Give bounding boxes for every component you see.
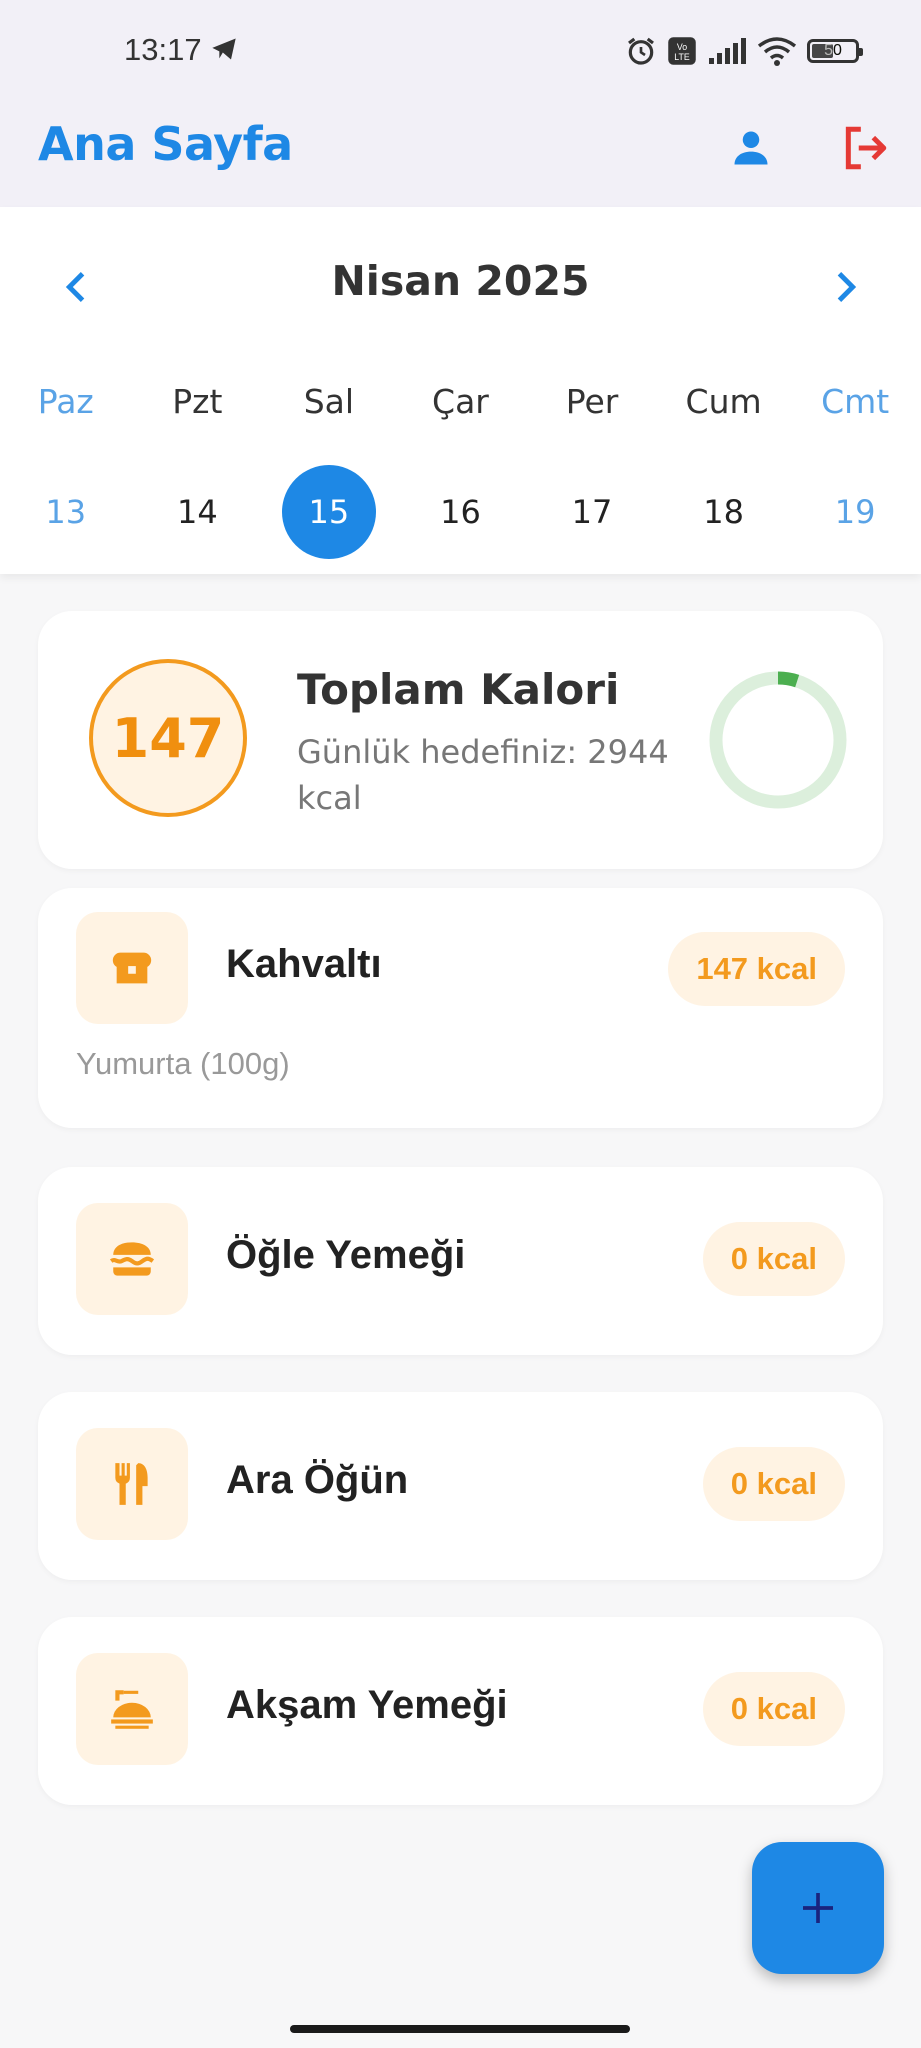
cutlery-icon <box>115 1463 148 1505</box>
meal-icon-box <box>76 912 188 1024</box>
day-cell[interactable]: 13 <box>0 465 132 559</box>
day-number: 17 <box>571 493 613 531</box>
weekday-label: Cmt <box>821 382 890 421</box>
home-indicator[interactable] <box>290 2025 630 2033</box>
telegram-icon <box>210 36 238 66</box>
weekday-label: Per <box>565 382 619 421</box>
logout-button[interactable] <box>830 113 900 183</box>
meal-icon-box <box>76 1428 188 1540</box>
plus-icon <box>803 1893 833 1923</box>
meal-card-dinner[interactable]: Akşam Yemeği 0 kcal <box>38 1617 883 1805</box>
meal-kcal-badge: 0 kcal <box>702 1222 845 1296</box>
weekday-label: Paz <box>37 382 94 421</box>
weekday-label: Sal <box>303 382 355 421</box>
meal-kcal-badge: 0 kcal <box>702 1447 845 1521</box>
calorie-progress-ring <box>709 671 847 809</box>
weekday-row: Paz Pzt Sal Çar Per Cum Cmt <box>0 382 921 421</box>
meal-icon-box <box>76 1653 188 1765</box>
day-number: 18 <box>703 493 744 531</box>
day-row: 13 14 15 16 17 18 19 <box>0 465 921 559</box>
day-cell[interactable]: 16 <box>395 465 527 559</box>
meal-title: Ara Öğün <box>226 1458 409 1502</box>
app-bar: Ana Sayfa <box>0 103 921 207</box>
logout-icon <box>845 126 887 170</box>
profile-button[interactable] <box>716 113 786 183</box>
weekday-label: Çar <box>432 382 489 421</box>
consumed-calories: 147 <box>89 659 247 817</box>
meal-title: Akşam Yemeği <box>226 1683 508 1727</box>
status-bar: 13:17 Vo LTE 50 <box>0 0 921 103</box>
battery-indicator: 50 <box>807 39 863 63</box>
day-cell-selected[interactable]: 15 <box>263 465 395 559</box>
status-icons: Vo LTE 50 <box>625 30 863 72</box>
next-month-button[interactable] <box>822 257 872 317</box>
battery-level: 50 <box>824 42 842 59</box>
day-number: 16 <box>440 493 481 531</box>
meal-icon-box <box>76 1203 188 1315</box>
daily-goal-text: Günlük hedefiniz: 2944 kcal <box>297 733 669 817</box>
day-cell[interactable]: 19 <box>789 465 921 559</box>
chevron-right-icon <box>837 272 857 302</box>
week-calendar: Nisan 2025 Paz Pzt Sal Çar Per Cum Cmt 1… <box>0 207 921 574</box>
breakfast-icon <box>112 952 152 984</box>
day-cell[interactable]: 14 <box>132 465 264 559</box>
meal-kcal-badge: 147 kcal <box>668 932 845 1006</box>
day-number: 13 <box>45 493 87 531</box>
meal-title: Öğle Yemeği <box>226 1233 466 1277</box>
calorie-summary-card: 147 Toplam Kalori Günlük hedefiniz: 2944… <box>38 611 883 869</box>
day-cell[interactable]: 17 <box>526 465 658 559</box>
add-meal-button[interactable] <box>752 1842 884 1974</box>
svg-text:LTE: LTE <box>674 52 690 62</box>
day-number: 14 <box>176 493 218 531</box>
page-title: Ana Sayfa <box>38 117 293 171</box>
meal-title: Kahvaltı <box>226 942 382 986</box>
wifi-icon <box>757 37 797 66</box>
svg-text:Vo: Vo <box>677 42 687 52</box>
weekday-label: Cum <box>685 382 762 421</box>
burger-icon <box>109 1242 155 1276</box>
meal-card-breakfast[interactable]: Kahvaltı 147 kcal Yumurta (100g) <box>38 888 883 1128</box>
summary-title: Toplam Kalori <box>297 665 620 714</box>
status-time: 13:17 <box>124 32 202 67</box>
month-label: Nisan 2025 <box>331 257 590 305</box>
signal-icon <box>709 38 746 64</box>
alarm-icon <box>628 37 654 65</box>
person-icon <box>734 131 768 165</box>
weekday-label: Pzt <box>172 382 223 421</box>
day-number: 19 <box>834 493 876 531</box>
day-cell[interactable]: 18 <box>658 465 790 559</box>
day-number: 15 <box>281 465 376 559</box>
volte-icon: VoLTE <box>668 37 696 65</box>
meal-items: Yumurta (100g) <box>76 1046 290 1081</box>
meal-card-lunch[interactable]: Öğle Yemeği 0 kcal <box>38 1167 883 1355</box>
meal-card-snack[interactable]: Ara Öğün 0 kcal <box>38 1392 883 1580</box>
dinner-icon <box>111 1690 153 1729</box>
meal-kcal-badge: 0 kcal <box>702 1672 845 1746</box>
